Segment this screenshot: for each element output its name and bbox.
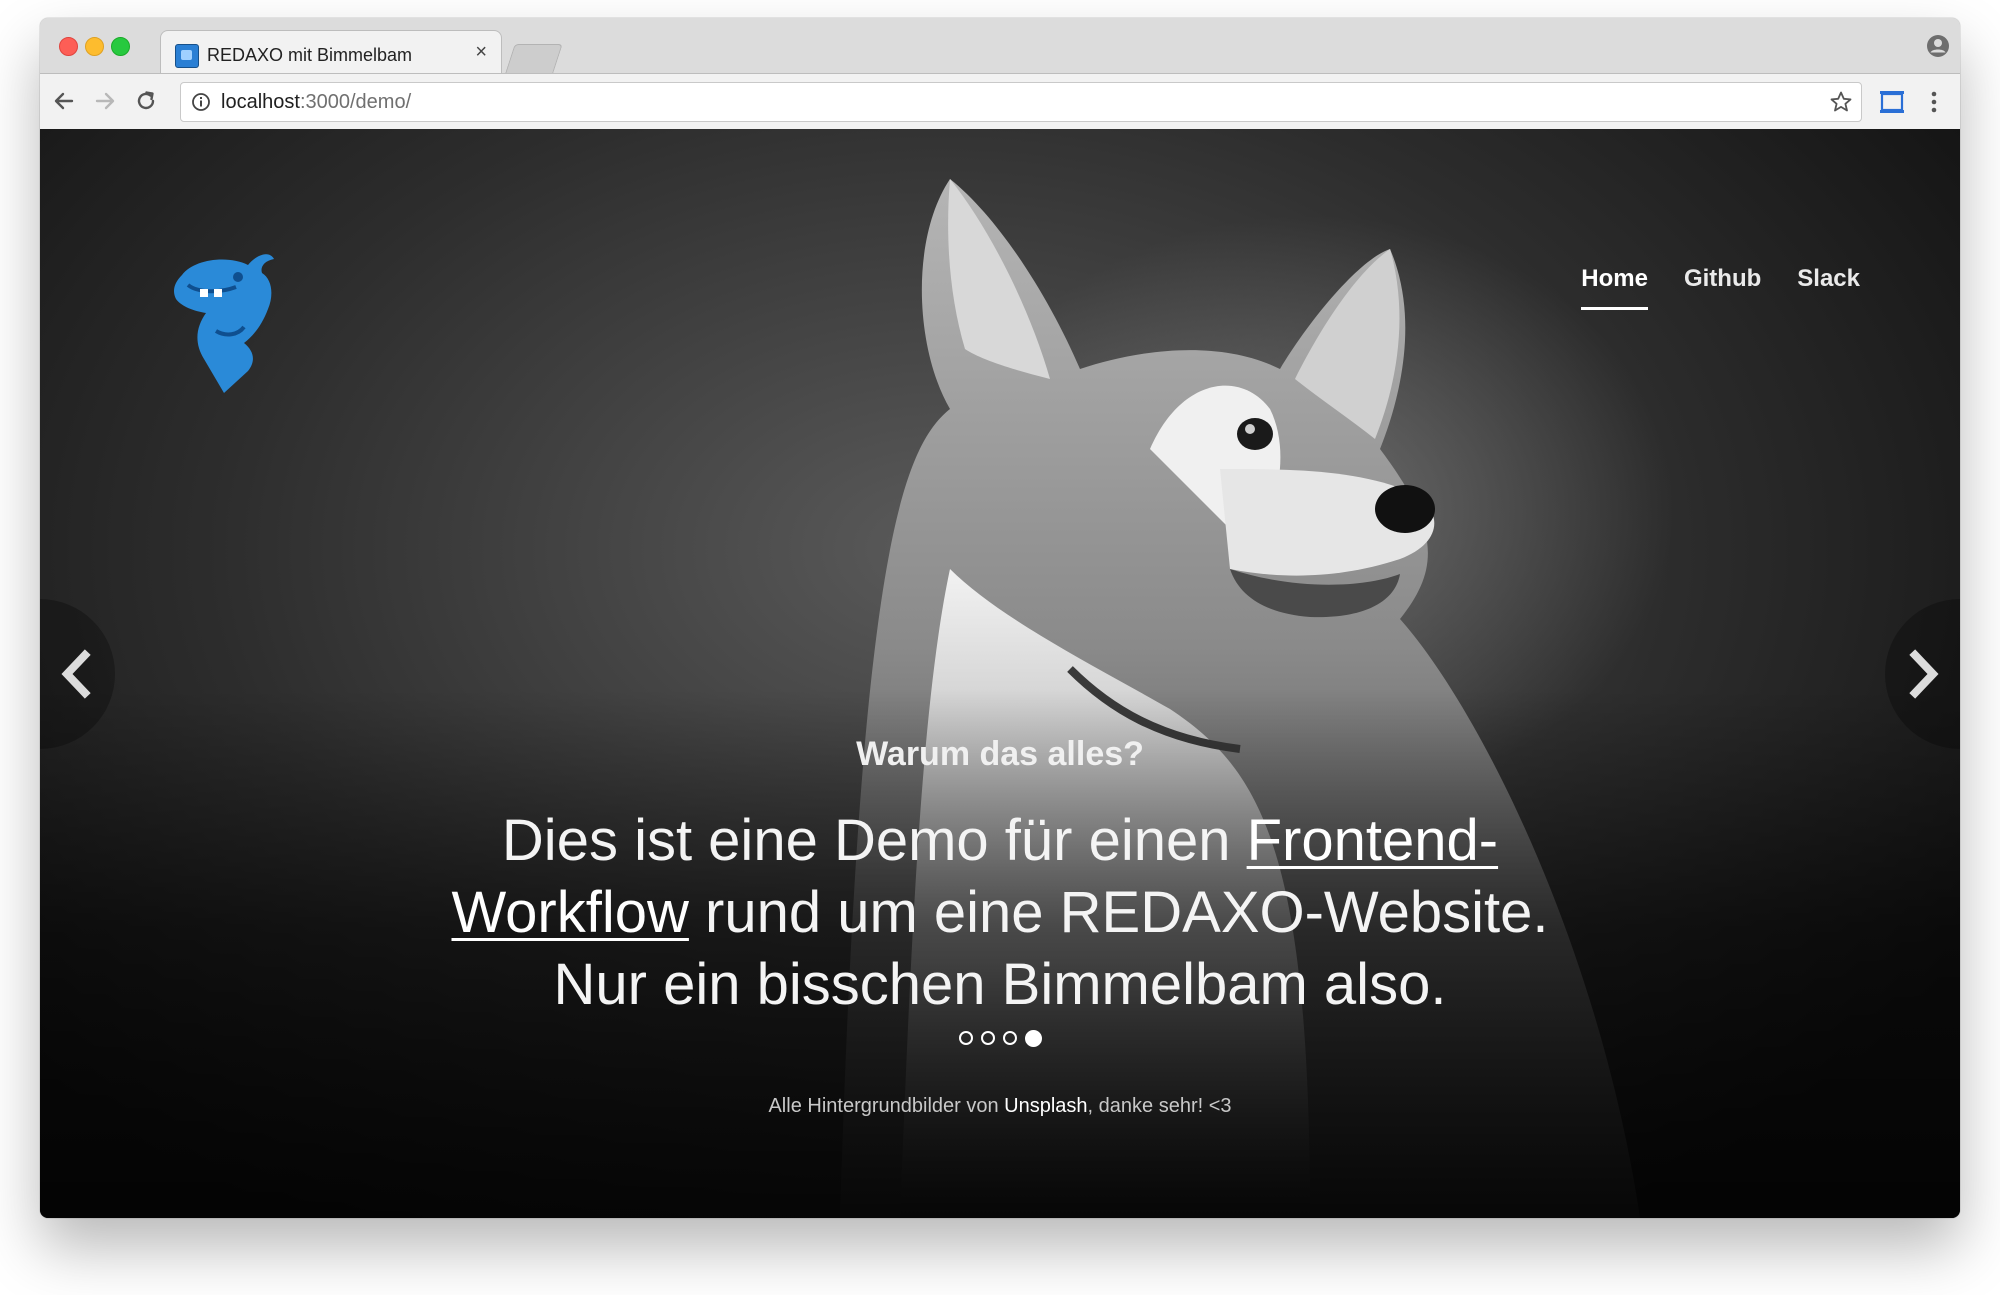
pager-dot[interactable] [958, 1031, 973, 1045]
photo-credit: Alle Hintergrundbilder von Unsplash, dan… [40, 1095, 1960, 1118]
pager-dot[interactable] [980, 1031, 995, 1045]
chevron-left-icon [61, 649, 91, 699]
tab-title: REDAXO mit Bimmelbam [207, 45, 413, 65]
main-nav: Home Github Slack [1581, 265, 1860, 310]
url-path: :3000/demo/ [299, 91, 412, 113]
browser-window: REDAXO mit Bimmelbam × localhost:3000/de… [40, 18, 1960, 1218]
credit-prefix: Alle Hintergrundbilder von [768, 1095, 1005, 1117]
page-viewport: Home Github Slack Warum das alles? Dies … [40, 129, 1960, 1218]
unsplash-link[interactable]: Unsplash [1004, 1095, 1087, 1117]
pager-dot[interactable] [1002, 1031, 1017, 1045]
profile-icon[interactable] [1926, 34, 1950, 58]
url-text[interactable]: localhost:3000/demo/ [221, 91, 411, 114]
nav-slack[interactable]: Slack [1797, 265, 1860, 310]
nav-github[interactable]: Github [1684, 265, 1761, 310]
pager-dot-active[interactable] [1024, 1030, 1042, 1047]
slide-headline: Dies ist eine Demo für einen Frontend-Wo… [400, 805, 1600, 1021]
favicon-icon [175, 44, 199, 68]
new-tab-button[interactable] [505, 44, 563, 73]
carousel-pager [40, 1030, 1960, 1047]
url-host: localhost [221, 91, 300, 113]
star-icon[interactable] [1829, 90, 1853, 114]
tab-strip: REDAXO mit Bimmelbam × [40, 18, 1960, 75]
headline-text-2: rund um eine REDAXO-Website. Nur ein bis… [553, 880, 1549, 1017]
zoom-window-button[interactable] [111, 37, 130, 56]
slide-subtitle: Warum das alles? [856, 735, 1144, 773]
headline-text-1: Dies ist eine Demo für einen [501, 808, 1247, 873]
tab-active[interactable]: REDAXO mit Bimmelbam × [160, 30, 502, 75]
cast-icon[interactable] [1878, 88, 1906, 116]
menu-dots-icon[interactable] [1920, 88, 1948, 116]
tab-close-icon[interactable]: × [475, 42, 487, 62]
dragon-logo-icon[interactable] [158, 247, 288, 397]
info-icon[interactable] [191, 92, 211, 112]
address-bar[interactable]: localhost:3000/demo/ [180, 82, 1862, 122]
credit-suffix: , danke sehr! <3 [1087, 1095, 1232, 1117]
chevron-right-icon [1909, 649, 1939, 699]
minimize-window-button[interactable] [85, 37, 104, 56]
browser-toolbar: localhost:3000/demo/ [40, 73, 1960, 130]
forward-arrow-icon[interactable] [91, 87, 119, 115]
back-arrow-icon[interactable] [50, 87, 78, 115]
reload-icon[interactable] [132, 87, 160, 115]
nav-home[interactable]: Home [1581, 265, 1648, 310]
close-window-button[interactable] [59, 37, 78, 56]
